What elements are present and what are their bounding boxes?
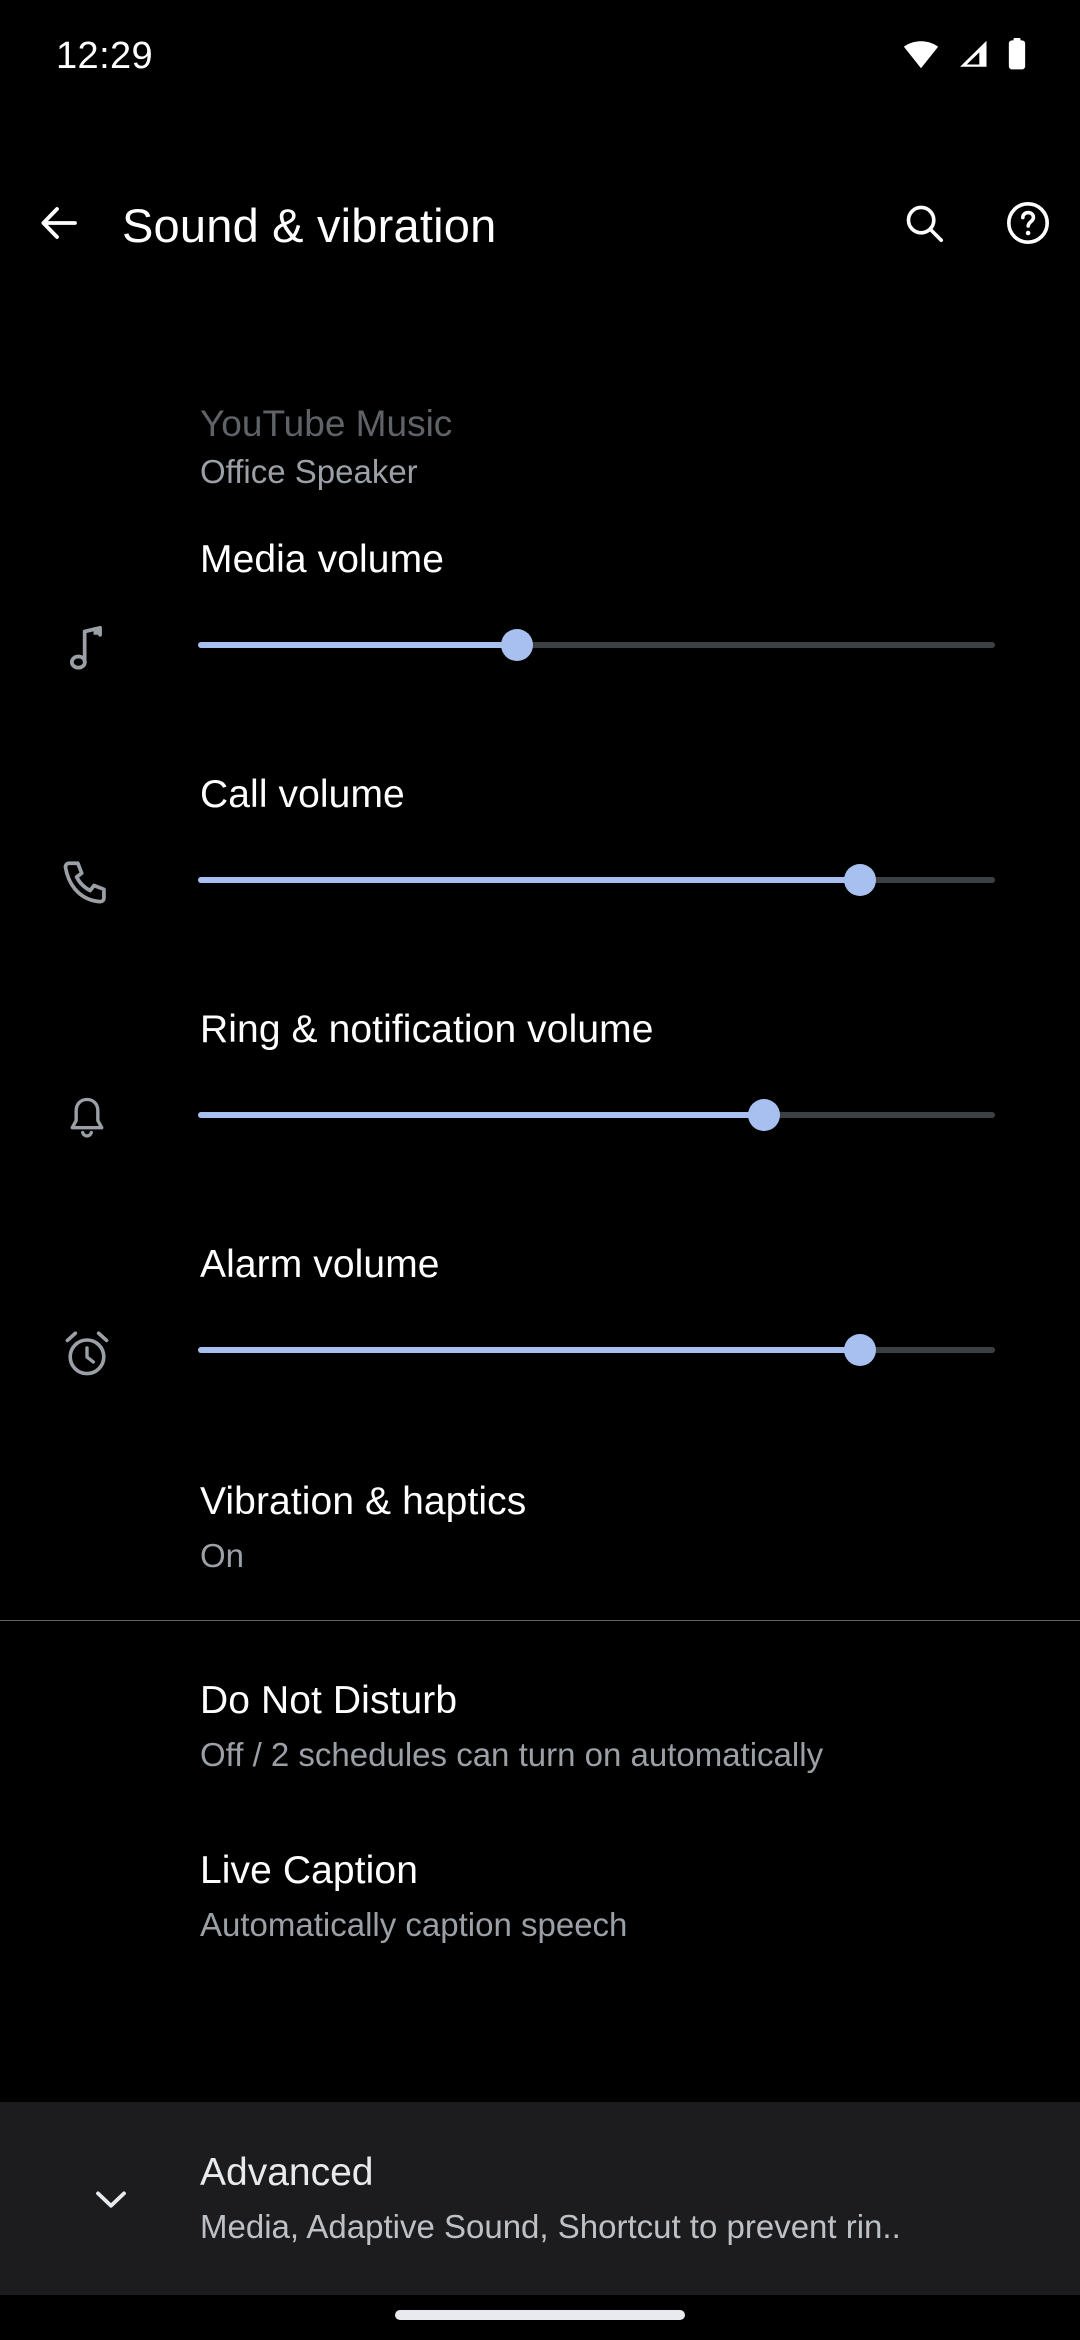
settings-screen: 12:29 Sound & vibration YouTube Music Of…: [0, 0, 1080, 2340]
media-volume-row[interactable]: Media volume: [0, 494, 1080, 729]
status-bar-icons: [902, 37, 1028, 75]
search-icon: [901, 200, 947, 251]
advanced-subtitle: Media, Adaptive Sound, Shortcut to preve…: [200, 2207, 901, 2245]
media-volume-slider[interactable]: [198, 625, 995, 665]
list-item-title: Vibration & haptics: [200, 1480, 527, 1524]
slider-thumb[interactable]: [500, 629, 533, 662]
alarm-volume-row[interactable]: Alarm volume: [0, 1199, 1080, 1434]
list-item-subtitle: Off / 2 schedules can turn on automatica…: [200, 1735, 824, 1773]
page-title: Sound & vibration: [122, 198, 497, 252]
call-volume-slider[interactable]: [198, 860, 995, 900]
help-icon: [1004, 199, 1052, 252]
music-note-icon: [56, 618, 118, 680]
app-bar: Sound & vibration: [0, 170, 1080, 280]
ring-notification-volume-label: Ring & notification volume: [200, 1008, 654, 1052]
gesture-home-pill[interactable]: [395, 2309, 685, 2320]
cellular-signal-icon: [956, 39, 990, 74]
slider-fill: [198, 642, 517, 649]
slider-fill: [198, 877, 860, 884]
status-bar-clock: 12:29: [56, 34, 154, 77]
slider-thumb[interactable]: [843, 864, 876, 897]
status-bar: 12:29: [0, 0, 1080, 112]
advanced-text-block: Advanced Media, Adaptive Sound, Shortcut…: [200, 2151, 1080, 2246]
ring-notification-volume-slider[interactable]: [198, 1095, 995, 1135]
slider-fill: [198, 1347, 860, 1354]
media-app-name: YouTube Music: [200, 403, 453, 444]
phone-icon: [56, 853, 118, 915]
live-caption-row[interactable]: Live Caption Automatically caption speec…: [0, 1774, 1080, 1944]
do-not-disturb-row[interactable]: Do Not Disturb Off / 2 schedules can tur…: [0, 1621, 1080, 1774]
list-item-subtitle: On: [200, 1537, 245, 1575]
search-button[interactable]: [872, 200, 976, 251]
call-volume-label: Call volume: [200, 773, 405, 817]
alarm-volume-slider[interactable]: [198, 1330, 995, 1370]
alarm-clock-icon: [56, 1323, 118, 1385]
vibration-haptics-row[interactable]: Vibration & haptics On: [0, 1434, 1080, 1575]
chevron-down-icon[interactable]: [0, 2175, 200, 2223]
back-arrow-icon: [35, 199, 83, 252]
alarm-volume-label: Alarm volume: [200, 1243, 440, 1287]
list-item-title: Live Caption: [200, 1849, 419, 1893]
media-volume-label: Media volume: [200, 538, 444, 582]
ring-notification-volume-row[interactable]: Ring & notification volume: [0, 964, 1080, 1199]
help-button[interactable]: [976, 199, 1080, 252]
bell-icon: [56, 1088, 118, 1150]
back-button[interactable]: [0, 199, 118, 252]
navigation-bar: [0, 2295, 1080, 2340]
call-volume-row[interactable]: Call volume: [0, 729, 1080, 964]
media-device-name: Office Speaker: [200, 453, 418, 491]
list-item-subtitle: Automatically caption speech: [200, 1905, 628, 1943]
slider-thumb[interactable]: [747, 1099, 780, 1132]
settings-content: YouTube Music Office Speaker Media volum…: [0, 280, 1080, 1945]
slider-thumb[interactable]: [843, 1334, 876, 1367]
battery-icon: [1006, 37, 1028, 75]
advanced-title: Advanced: [200, 2150, 374, 2194]
media-output-header: YouTube Music Office Speaker: [0, 280, 1080, 494]
wifi-icon: [902, 39, 940, 74]
slider-fill: [198, 1112, 764, 1119]
advanced-expand-row[interactable]: Advanced Media, Adaptive Sound, Shortcut…: [0, 2102, 1080, 2295]
list-item-title: Do Not Disturb: [200, 1678, 458, 1722]
